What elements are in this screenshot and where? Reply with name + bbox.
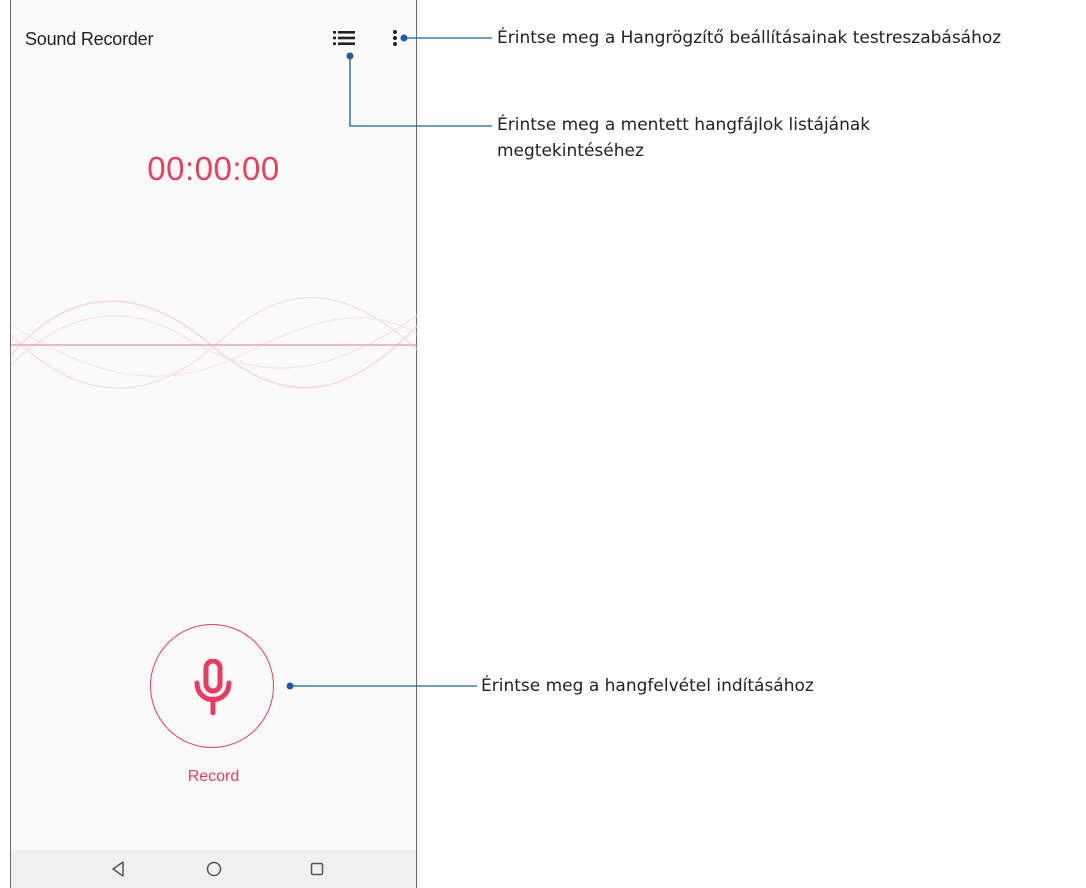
- microphone-icon: [194, 659, 232, 715]
- callout-settings-text: Érintse meg a Hangrögzítő beállításainak…: [497, 28, 1002, 48]
- record-label: Record: [187, 768, 240, 785]
- recent-square-icon[interactable]: [306, 858, 328, 880]
- app-title: Sound Recorder: [25, 29, 154, 49]
- elapsed-timer: 00:00:00: [147, 150, 280, 187]
- back-triangle-icon[interactable]: [107, 858, 129, 880]
- system-nav-bar: [11, 850, 416, 888]
- waveform-visualization: [11, 297, 418, 389]
- more-vert-icon[interactable]: [391, 28, 399, 48]
- record-button[interactable]: [150, 624, 274, 748]
- callout-record-text: Érintse meg a hangfelvétel indításához: [481, 676, 814, 696]
- app-bar: Sound Recorder: [11, 0, 416, 80]
- home-circle-icon[interactable]: [203, 858, 225, 880]
- callout-list-text: Érintse meg a mentett hangfájlok listájá…: [497, 115, 871, 161]
- list-icon[interactable]: [333, 28, 355, 48]
- phone-screen: Sound Recorder 00:00:00 Record: [10, 0, 418, 888]
